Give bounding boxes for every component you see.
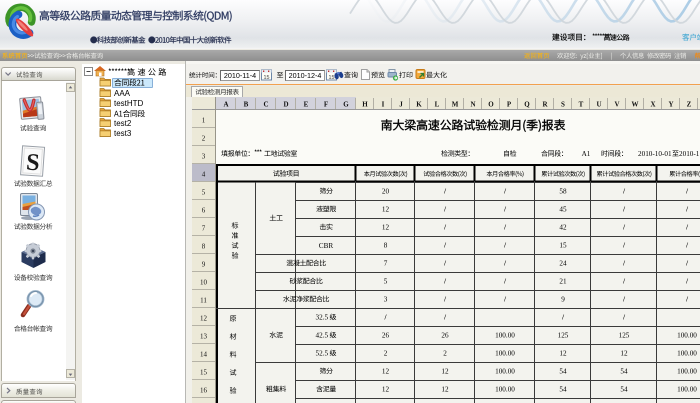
svg-text:12: 12 bbox=[382, 386, 390, 394]
svg-text:125: 125 bbox=[558, 332, 569, 340]
svg-text:O: O bbox=[488, 101, 494, 109]
svg-text:45: 45 bbox=[559, 206, 567, 214]
svg-text:K: K bbox=[416, 101, 422, 109]
svg-text:J: J bbox=[399, 101, 403, 109]
svg-text:11: 11 bbox=[200, 297, 207, 305]
svg-text:54: 54 bbox=[620, 368, 628, 376]
svg-text:5: 5 bbox=[384, 278, 388, 286]
svg-text:A: A bbox=[223, 101, 228, 109]
svg-text:2: 2 bbox=[384, 350, 388, 358]
svg-text:G: G bbox=[343, 101, 349, 109]
svg-text:6: 6 bbox=[202, 207, 206, 215]
svg-text:L: L bbox=[435, 101, 440, 109]
svg-text:AAA: AAA bbox=[114, 89, 131, 98]
svg-text:15: 15 bbox=[200, 369, 208, 377]
svg-text:S: S bbox=[561, 101, 565, 109]
svg-text:2010-11-4: 2010-11-4 bbox=[224, 71, 256, 80]
svg-text:2010-12-4: 2010-12-4 bbox=[289, 71, 322, 80]
svg-text:test3: test3 bbox=[114, 129, 132, 138]
svg-text:32.5: 32.5 bbox=[316, 314, 329, 322]
svg-text:Z: Z bbox=[687, 101, 692, 109]
svg-text:CBR: CBR bbox=[319, 242, 334, 250]
svg-text:9: 9 bbox=[202, 261, 206, 269]
svg-text:15: 15 bbox=[329, 75, 335, 81]
svg-text:test2: test2 bbox=[114, 119, 132, 128]
svg-text:U: U bbox=[596, 101, 601, 109]
svg-text:1: 1 bbox=[202, 117, 206, 125]
svg-text:12: 12 bbox=[382, 368, 390, 376]
svg-text:T: T bbox=[579, 101, 584, 109]
svg-text:12: 12 bbox=[200, 315, 208, 323]
svg-text:10: 10 bbox=[200, 279, 208, 287]
svg-text:A1: A1 bbox=[582, 150, 591, 158]
svg-text:100.00: 100.00 bbox=[495, 386, 515, 394]
svg-text:100.00: 100.00 bbox=[495, 332, 515, 340]
svg-text:12: 12 bbox=[441, 386, 449, 394]
svg-text:16: 16 bbox=[200, 387, 208, 395]
svg-text:58: 58 bbox=[559, 188, 567, 196]
svg-text:Q: Q bbox=[524, 101, 530, 109]
svg-text:8: 8 bbox=[384, 242, 388, 250]
svg-text:testHTD: testHTD bbox=[114, 99, 144, 108]
svg-text:9: 9 bbox=[561, 296, 565, 304]
svg-text:F: F bbox=[324, 101, 328, 109]
svg-text:8: 8 bbox=[202, 243, 206, 251]
svg-text:42.5: 42.5 bbox=[316, 332, 329, 340]
svg-text:100.00: 100.00 bbox=[677, 386, 697, 394]
svg-text:100.00: 100.00 bbox=[495, 368, 515, 376]
svg-text:7: 7 bbox=[384, 260, 388, 268]
svg-text:12: 12 bbox=[382, 206, 390, 214]
svg-text:D: D bbox=[283, 101, 288, 109]
svg-text:12: 12 bbox=[620, 350, 628, 358]
svg-text:14: 14 bbox=[200, 351, 208, 359]
svg-text:7: 7 bbox=[202, 225, 206, 233]
svg-text:52.5: 52.5 bbox=[316, 350, 329, 358]
svg-text:2: 2 bbox=[443, 350, 447, 358]
svg-text:I: I bbox=[382, 101, 385, 109]
svg-text:B: B bbox=[244, 101, 249, 109]
svg-text:E: E bbox=[304, 101, 309, 109]
svg-text:26: 26 bbox=[441, 332, 449, 340]
svg-text:100.00: 100.00 bbox=[495, 350, 515, 358]
svg-text:2010-1: 2010-1 bbox=[679, 150, 700, 158]
svg-text:15: 15 bbox=[559, 242, 567, 250]
svg-text:100.00: 100.00 bbox=[677, 368, 697, 376]
svg-text:24: 24 bbox=[559, 260, 567, 268]
svg-text:W: W bbox=[632, 101, 639, 109]
svg-text:P: P bbox=[507, 101, 512, 109]
svg-text:125: 125 bbox=[619, 332, 630, 340]
svg-text:26: 26 bbox=[382, 332, 390, 340]
svg-text:21: 21 bbox=[559, 278, 567, 286]
svg-text:R: R bbox=[542, 101, 548, 109]
svg-text:4: 4 bbox=[202, 171, 206, 179]
svg-text:100.00: 100.00 bbox=[677, 332, 697, 340]
svg-text:12: 12 bbox=[382, 224, 390, 232]
svg-text:13: 13 bbox=[200, 333, 208, 341]
svg-text:Y: Y bbox=[668, 101, 673, 109]
svg-text:3: 3 bbox=[384, 296, 388, 304]
svg-text:N: N bbox=[470, 101, 475, 109]
svg-text:3: 3 bbox=[202, 153, 206, 161]
svg-text:V: V bbox=[614, 101, 619, 109]
svg-text:S: S bbox=[25, 150, 40, 177]
svg-text:100.00: 100.00 bbox=[677, 350, 697, 358]
svg-text:12: 12 bbox=[441, 368, 449, 376]
svg-text:M: M bbox=[452, 101, 459, 109]
svg-text:42: 42 bbox=[559, 224, 567, 232]
svg-text:2010-10-01: 2010-10-01 bbox=[638, 150, 672, 158]
svg-text:15: 15 bbox=[264, 75, 270, 81]
svg-text:54: 54 bbox=[559, 368, 567, 376]
svg-text:C: C bbox=[263, 101, 268, 109]
svg-text:54: 54 bbox=[620, 386, 628, 394]
svg-text:X: X bbox=[650, 101, 655, 109]
svg-text:54: 54 bbox=[559, 386, 567, 394]
svg-text:5: 5 bbox=[202, 189, 206, 197]
svg-text:2: 2 bbox=[202, 135, 206, 143]
svg-text:12: 12 bbox=[559, 350, 567, 358]
svg-text:H: H bbox=[362, 101, 368, 109]
svg-text:20: 20 bbox=[382, 188, 390, 196]
